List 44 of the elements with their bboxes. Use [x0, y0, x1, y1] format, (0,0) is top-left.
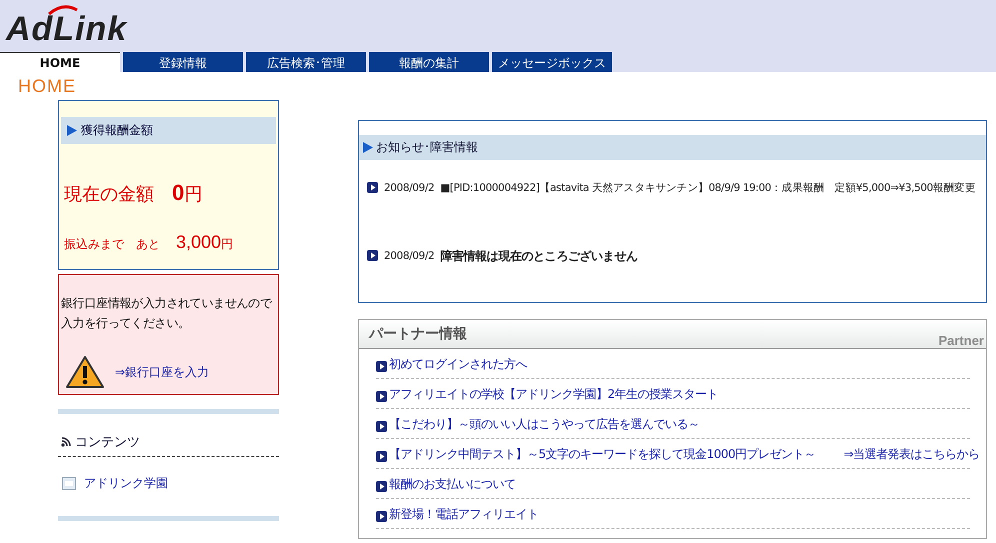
alert-message: 銀行口座情報が入力されていませんので入力を行ってください。 — [61, 295, 274, 332]
panel-title: お知らせ･障害情報 — [376, 139, 478, 156]
page-title: HOME — [17, 75, 76, 98]
content-link[interactable]: アドリンク学園 — [84, 475, 168, 492]
warning-icon — [65, 355, 105, 389]
nav-tab[interactable]: 報酬の集計 — [369, 52, 489, 72]
partner-link[interactable]: 報酬のお支払いについて — [389, 476, 516, 493]
panel-subtitle: Partner — [938, 333, 984, 348]
arrow-bullet-icon — [376, 390, 387, 402]
logo[interactable]: AdLink — [6, 4, 128, 48]
transfer-value: 3,000円 — [176, 232, 234, 253]
rss-icon — [61, 437, 72, 447]
nav-tab[interactable]: 登録情報 — [123, 52, 243, 72]
arrow-bullet-icon — [367, 250, 378, 261]
news-date: 2008/09/2 — [384, 249, 434, 264]
panel-title: 獲得報酬金額 — [81, 122, 153, 139]
panel-title: パートナー情報 — [369, 325, 467, 343]
partner-link[interactable]: アフィリエイトの学校【アドリンク学園】2年生の授業スタート — [389, 386, 718, 403]
partner-link[interactable]: 初めてログインされた方へ — [389, 356, 527, 373]
news-text: 障害情報は現在のところございません — [440, 248, 638, 265]
bank-link[interactable]: ⇒銀行口座を入力 — [115, 364, 210, 380]
partner-link[interactable]: 【アドリンク中間テスト】～5文字のキーワードを探して現金1000円プレゼント～ — [389, 446, 816, 463]
document-icon — [62, 477, 76, 490]
arrow-bullet-icon — [376, 360, 387, 372]
news-text: ■[PID:1000004922]【astavita 天然アスタキサンチン】08/9/9 19:00：成果報酬 定額¥5,000⇒¥3,500報酬変更 — [440, 181, 976, 196]
news-date: 2008/09/2 — [384, 181, 434, 196]
triangle-icon — [67, 125, 77, 136]
arrow-bullet-icon — [376, 480, 387, 492]
arrow-bullet-icon — [367, 182, 378, 193]
nav-tab[interactable]: 広告検索･管理 — [246, 52, 366, 72]
nav-tab[interactable]: HOME — [0, 52, 120, 72]
transfer-label: 振込みまで あと — [64, 236, 160, 253]
amount-label: 現在の金額 — [64, 183, 154, 206]
section-title: コンテンツ — [75, 434, 140, 451]
arrow-bullet-icon — [376, 450, 387, 462]
triangle-icon — [363, 142, 373, 153]
partner-link[interactable]: 【こだわり】～頭のいい人はこうやって広告を選んでいる～ — [389, 416, 700, 433]
amount-value: 0円 — [172, 180, 202, 206]
arrow-bullet-icon — [376, 510, 387, 522]
partner-link[interactable]: 新登場！電話アフィリエイト — [389, 506, 538, 523]
nav-tab[interactable]: メッセージボックス — [492, 52, 612, 72]
swoosh-icon — [46, 4, 80, 16]
arrow-bullet-icon — [376, 420, 387, 432]
partner-link[interactable]: ⇒当選者発表はこちらから — [844, 446, 980, 463]
